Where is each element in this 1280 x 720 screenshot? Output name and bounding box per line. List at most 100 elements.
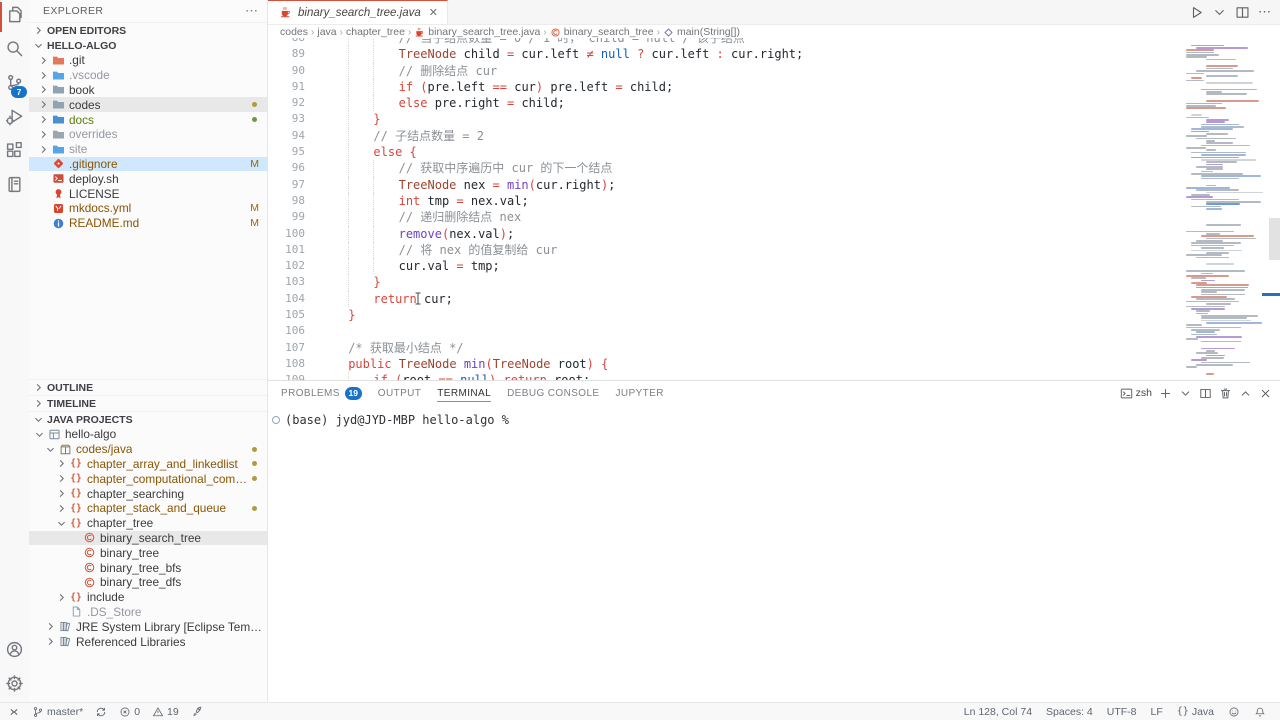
activity-explorer[interactable] (0, 0, 29, 34)
code-line[interactable]: 93} (268, 111, 1186, 127)
panel-tab-problems[interactable]: PROBLEMS19 (281, 381, 362, 405)
code-line[interactable]: 88// 当子结点数量 = 0 / 1 时， child = null / 该子… (268, 38, 1186, 46)
status-encoding[interactable]: UTF-8 (1103, 703, 1141, 720)
section-timeline[interactable]: TIMELINE (29, 395, 267, 411)
breadcrumb-item[interactable]: binary_search_tree (550, 26, 654, 38)
section-outline[interactable]: OUTLINE (29, 379, 267, 395)
terminal-dropdown-icon[interactable] (1179, 387, 1192, 400)
kill-terminal-button[interactable] (1219, 387, 1232, 400)
status-sync[interactable] (91, 703, 111, 720)
code-line[interactable]: 107/* 获取最小结点 */ (268, 340, 1186, 356)
status-feedback[interactable] (1224, 703, 1244, 720)
status-remote-indicator[interactable] (4, 703, 24, 720)
breadcrumb-item[interactable]: main(String[]) (663, 26, 740, 38)
project-row[interactable]: binary_tree_bfs (29, 560, 267, 575)
file-row[interactable]: README.mdM (29, 216, 267, 231)
code-line[interactable]: 91if (pre.left == cur) pre.left = child; (268, 79, 1186, 95)
run-dropdown-icon[interactable] (1212, 5, 1227, 20)
activity-settings[interactable] (0, 669, 29, 703)
activity-run-and-debug[interactable] (0, 102, 29, 136)
terminal-content[interactable]: (base) jyd@JYD-MBP hello-algo % (268, 405, 1280, 427)
code-editor[interactable]: 88// 当子结点数量 = 0 / 1 时， child = null / 该子… (268, 38, 1280, 380)
status-language-mode[interactable]: {}Java (1173, 703, 1218, 720)
code-line[interactable]: 106 (268, 323, 1186, 339)
activity-accounts[interactable] (0, 635, 29, 669)
project-row[interactable]: {}chapter_searching (29, 486, 267, 501)
file-row[interactable]: site (29, 142, 267, 157)
editor-scrollbar[interactable] (1262, 38, 1280, 380)
file-row[interactable]: docs (29, 112, 267, 127)
project-row[interactable]: {}include (29, 590, 267, 605)
project-row[interactable]: binary_search_tree (29, 531, 267, 546)
status-indentation[interactable]: Spaces: 4 (1042, 703, 1097, 720)
code-line[interactable]: 101// 将 nex 的值复制给 cur (268, 242, 1186, 258)
panel-tab-output[interactable]: OUTPUT (378, 381, 422, 405)
code-line[interactable]: 97TreeNode nex = min(cur.right); (268, 177, 1186, 193)
code-line[interactable]: 102cur.val = tmp; (268, 258, 1186, 274)
project-row[interactable]: {}chapter_tree (29, 516, 267, 531)
file-row[interactable]: overrides (29, 127, 267, 142)
code-line[interactable]: 90// 删除结点 cur (268, 63, 1186, 79)
project-row[interactable]: hello-algo (29, 427, 267, 442)
file-row[interactable]: .gitignoreM (29, 157, 267, 172)
activity-source-control[interactable]: 7 (0, 68, 29, 102)
status-warnings[interactable]: 19 (148, 703, 183, 720)
code-line[interactable]: 100remove(nex.val); (268, 226, 1186, 242)
code-line[interactable]: 103} (268, 274, 1186, 290)
section-open-editors[interactable]: OPEN EDITORS (29, 22, 267, 38)
file-row[interactable]: .git (29, 53, 267, 68)
code-line[interactable]: 96// 获取中序遍历中 cur 的下一个结点 (268, 160, 1186, 176)
project-row[interactable]: Referenced Libraries (29, 634, 267, 649)
status-notifications[interactable] (1250, 703, 1270, 720)
close-panel-button[interactable] (1259, 387, 1272, 400)
close-icon[interactable]: ✕ (429, 6, 438, 19)
split-terminal-button[interactable] (1199, 387, 1212, 400)
breadcrumb-item[interactable]: chapter_tree (346, 26, 405, 38)
panel-tab-debug-console[interactable]: DEBUG CONSOLE (507, 381, 599, 405)
panel-tab-jupyter[interactable]: JUPYTER (616, 381, 664, 405)
code-line[interactable]: 94// 子结点数量 = 2 (268, 128, 1186, 144)
project-row[interactable]: binary_tree_dfs (29, 575, 267, 590)
code-line[interactable]: 98int tmp = nex.val; (268, 193, 1186, 209)
explorer-more-actions-icon[interactable]: ⋯ (245, 3, 259, 19)
status-eol[interactable]: LF (1147, 703, 1167, 720)
panel-tab-terminal[interactable]: TERMINAL (437, 381, 491, 405)
breadcrumb-item[interactable]: java (317, 26, 336, 38)
activity-notebook[interactable] (0, 170, 29, 204)
project-row[interactable]: {}chapter_stack_and_queue (29, 501, 267, 516)
project-row[interactable]: binary_tree (29, 545, 267, 560)
code-line[interactable]: 108public TreeNode min(TreeNode root) { (268, 356, 1186, 372)
breadcrumb-item[interactable]: binary_search_tree.java (414, 26, 540, 38)
split-editor-button[interactable] (1235, 5, 1250, 20)
section-java-projects[interactable]: JAVA PROJECTS (29, 411, 267, 427)
code-line[interactable]: 95else { (268, 144, 1186, 160)
tab-binary-search-tree[interactable]: binary_search_tree.java ✕ (268, 0, 448, 24)
status-java-status[interactable] (187, 703, 207, 720)
status-errors[interactable]: 0 (115, 703, 144, 720)
more-actions-icon[interactable]: ⋯ (1258, 4, 1272, 20)
activity-extensions[interactable] (0, 136, 29, 170)
code-line[interactable]: 104return cur; (268, 291, 1186, 307)
new-terminal-button[interactable] (1159, 387, 1172, 400)
project-row[interactable]: {}chapter_array_and_linkedlist (29, 457, 267, 472)
file-row[interactable]: book (29, 83, 267, 98)
project-row[interactable]: JRE System Library [Eclipse Temurin 17 [… (29, 619, 267, 634)
minimap[interactable] (1186, 38, 1262, 380)
file-row[interactable]: .vscode (29, 68, 267, 83)
project-row[interactable]: {}chapter_computational_complexity (29, 471, 267, 486)
file-row[interactable]: deploy.sh (29, 171, 267, 186)
project-row[interactable]: .DS_Store (29, 605, 267, 620)
file-row[interactable]: mkdocs.ymlM (29, 201, 267, 216)
maximize-panel-button[interactable] (1239, 387, 1252, 400)
run-button[interactable] (1189, 5, 1204, 20)
code-line[interactable]: 92else pre.right = child; (268, 95, 1186, 111)
status-git-branch[interactable]: master* (28, 703, 87, 720)
terminal-shell-button[interactable]: zsh (1120, 387, 1152, 400)
breadcrumb-item[interactable]: codes (280, 26, 308, 38)
status-cursor-position[interactable]: Ln 128, Col 74 (960, 703, 1036, 720)
code-line[interactable]: 109if (root == null) return root; (268, 372, 1186, 380)
scrollbar-thumb[interactable] (1269, 218, 1280, 260)
file-row[interactable]: codes (29, 97, 267, 112)
section-root-folder[interactable]: HELLO-ALGO (29, 38, 267, 53)
activity-search[interactable] (0, 34, 29, 68)
